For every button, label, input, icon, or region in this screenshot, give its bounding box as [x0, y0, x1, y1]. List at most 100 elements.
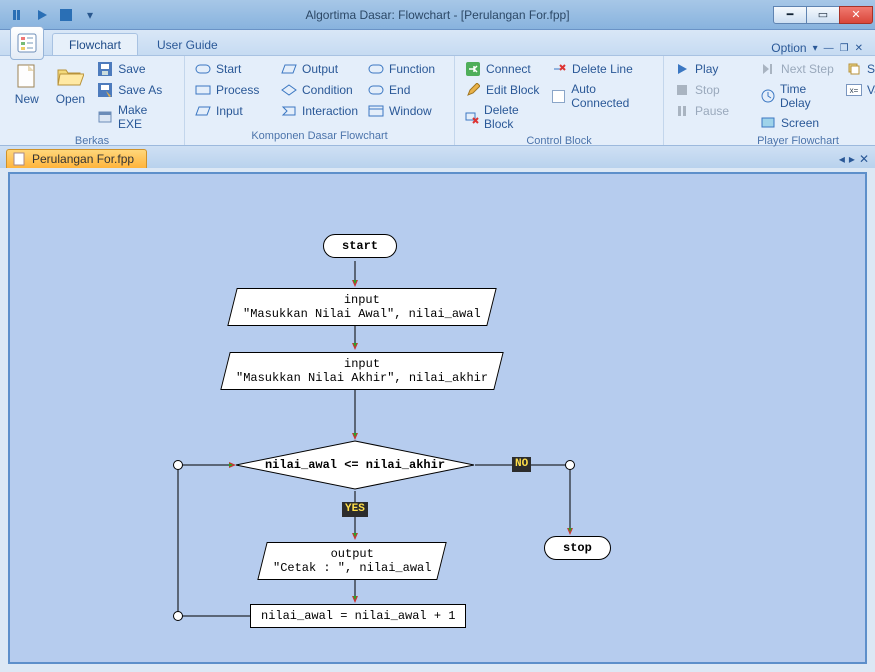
- ribbon-group-komponen: Start Process Input Output Condition Int…: [185, 56, 455, 145]
- ribbon-group-player: Play Stop Pause Next Step Time Delay Scr…: [664, 56, 875, 145]
- window-title: Algortima Dasar: Flowchart - [Perulangan…: [0, 8, 875, 22]
- file-icon: [13, 152, 27, 166]
- terminator-icon: [195, 61, 211, 77]
- variable-icon: x=: [846, 82, 862, 98]
- new-button[interactable]: New: [6, 59, 48, 133]
- tab-flowchart[interactable]: Flowchart: [52, 33, 138, 55]
- delete-line-icon: [551, 61, 567, 77]
- ribbon: New Open Save Save As Make EXE Berkas St…: [0, 56, 875, 146]
- tab-user-guide[interactable]: User Guide: [140, 33, 235, 55]
- window-maximize-button[interactable]: ▭: [806, 6, 840, 24]
- stack-button[interactable]: Stack: [842, 59, 875, 79]
- window-icon: [368, 103, 384, 119]
- tabs-close-icon[interactable]: ✕: [859, 152, 869, 166]
- ribbon-group-control: Connect Edit Block Delete Block Delete L…: [455, 56, 664, 145]
- make-exe-icon: [97, 109, 113, 125]
- flowchart-input-node[interactable]: input "Masukkan Nilai Akhir", nilai_akhi…: [220, 352, 504, 390]
- connect-button[interactable]: Connect: [461, 59, 545, 79]
- interaction-shape-button[interactable]: Interaction: [277, 101, 362, 121]
- app-menu-button[interactable]: [10, 26, 44, 60]
- option-menu[interactable]: Option: [771, 41, 806, 55]
- play-button[interactable]: Play: [670, 59, 754, 79]
- output-shape-button[interactable]: Output: [277, 59, 362, 79]
- variable-button[interactable]: x=Variable: [842, 80, 875, 100]
- open-folder-icon: [56, 62, 84, 90]
- flowchart-start-node[interactable]: start: [323, 234, 397, 258]
- ribbon-tab-row: Flowchart User Guide Option ▾ — ❐ ✕: [0, 30, 875, 56]
- process-shape-button[interactable]: Process: [191, 80, 275, 100]
- input-shape-button[interactable]: Input: [191, 101, 275, 121]
- save-icon: [97, 61, 113, 77]
- mdi-minimize-icon[interactable]: —: [824, 43, 834, 54]
- stop-icon: [674, 82, 690, 98]
- end-icon: [368, 82, 384, 98]
- flowchart-canvas[interactable]: start input "Masukkan Nilai Awal", nilai…: [8, 172, 867, 664]
- stop-button[interactable]: Stop: [670, 80, 754, 100]
- end-shape-button[interactable]: End: [364, 80, 448, 100]
- option-dropdown-icon[interactable]: ▾: [813, 43, 818, 54]
- edit-block-button[interactable]: Edit Block: [461, 80, 545, 100]
- document-tab-strip: Perulangan For.fpp ◂ ▸ ✕: [0, 146, 875, 168]
- qat-dropdown-icon[interactable]: ▾: [80, 5, 100, 25]
- play-icon: [674, 61, 690, 77]
- connector-joint[interactable]: [565, 460, 575, 470]
- screen-button[interactable]: Screen: [756, 113, 840, 133]
- connector-joint[interactable]: [173, 611, 183, 621]
- function-shape-button[interactable]: Function: [364, 59, 448, 79]
- stack-icon: [846, 61, 862, 77]
- output-icon: [281, 61, 297, 77]
- next-step-icon: [760, 61, 776, 77]
- mdi-close-icon[interactable]: ✕: [855, 43, 863, 54]
- svg-text:x=: x=: [850, 86, 859, 95]
- input-icon: [195, 103, 211, 119]
- delete-block-button[interactable]: Delete Block: [461, 101, 545, 133]
- qat-stop-icon[interactable]: [56, 5, 76, 25]
- ribbon-group-berkas: New Open Save Save As Make EXE Berkas: [0, 56, 185, 145]
- clock-icon: [760, 88, 775, 104]
- ribbon-group-label: Komponen Dasar Flowchart: [191, 128, 448, 144]
- ribbon-group-label: Player Flowchart: [670, 133, 875, 149]
- window-titlebar: ▾ Algortima Dasar: Flowchart - [Perulang…: [0, 0, 875, 30]
- document-tab[interactable]: Perulangan For.fpp: [6, 149, 147, 168]
- decision-yes-label: YES: [342, 502, 368, 517]
- condition-icon: [281, 82, 297, 98]
- interaction-icon: [281, 103, 297, 119]
- window-close-button[interactable]: ✕: [839, 6, 873, 24]
- start-shape-button[interactable]: Start: [191, 59, 275, 79]
- ribbon-group-label: Control Block: [461, 133, 657, 149]
- open-button[interactable]: Open: [50, 59, 92, 133]
- qat-play-icon[interactable]: [32, 5, 52, 25]
- make-exe-button[interactable]: Make EXE: [93, 101, 178, 133]
- scroll-left-icon[interactable]: ◂: [839, 152, 845, 166]
- flowchart-input-node[interactable]: input "Masukkan Nilai Awal", nilai_awal: [227, 288, 496, 326]
- document-tab-label: Perulangan For.fpp: [32, 152, 134, 166]
- flowchart-process-node[interactable]: nilai_awal = nilai_awal + 1: [250, 604, 466, 628]
- save-button[interactable]: Save: [93, 59, 178, 79]
- checkbox-icon: [551, 88, 566, 104]
- time-delay-button[interactable]: Time Delay: [756, 80, 840, 112]
- delete-line-button[interactable]: Delete Line: [547, 59, 657, 79]
- delete-block-icon: [465, 109, 479, 125]
- decision-no-label: NO: [512, 457, 531, 472]
- flowchart-stop-node[interactable]: stop: [544, 536, 611, 560]
- condition-shape-button[interactable]: Condition: [277, 80, 362, 100]
- flowchart-decision-node[interactable]: nilai_awal <= nilai_akhir: [235, 440, 475, 490]
- auto-connected-button[interactable]: Auto Connected: [547, 80, 657, 112]
- connector-layer: [10, 174, 865, 662]
- qat-run-icon[interactable]: [8, 5, 28, 25]
- connector-joint[interactable]: [173, 460, 183, 470]
- process-icon: [195, 82, 211, 98]
- screen-icon: [760, 115, 776, 131]
- new-file-icon: [13, 62, 41, 90]
- flowchart-output-node[interactable]: output "Cetak : ", nilai_awal: [257, 542, 447, 580]
- pause-button[interactable]: Pause: [670, 101, 754, 121]
- next-step-button[interactable]: Next Step: [756, 59, 840, 79]
- edit-icon: [465, 82, 481, 98]
- ribbon-group-label: Berkas: [6, 133, 178, 149]
- mdi-restore-icon[interactable]: ❐: [840, 43, 849, 54]
- window-minimize-button[interactable]: ━: [773, 6, 807, 24]
- save-as-button[interactable]: Save As: [93, 80, 178, 100]
- window-shape-button[interactable]: Window: [364, 101, 448, 121]
- save-as-icon: [97, 82, 113, 98]
- scroll-right-icon[interactable]: ▸: [849, 152, 855, 166]
